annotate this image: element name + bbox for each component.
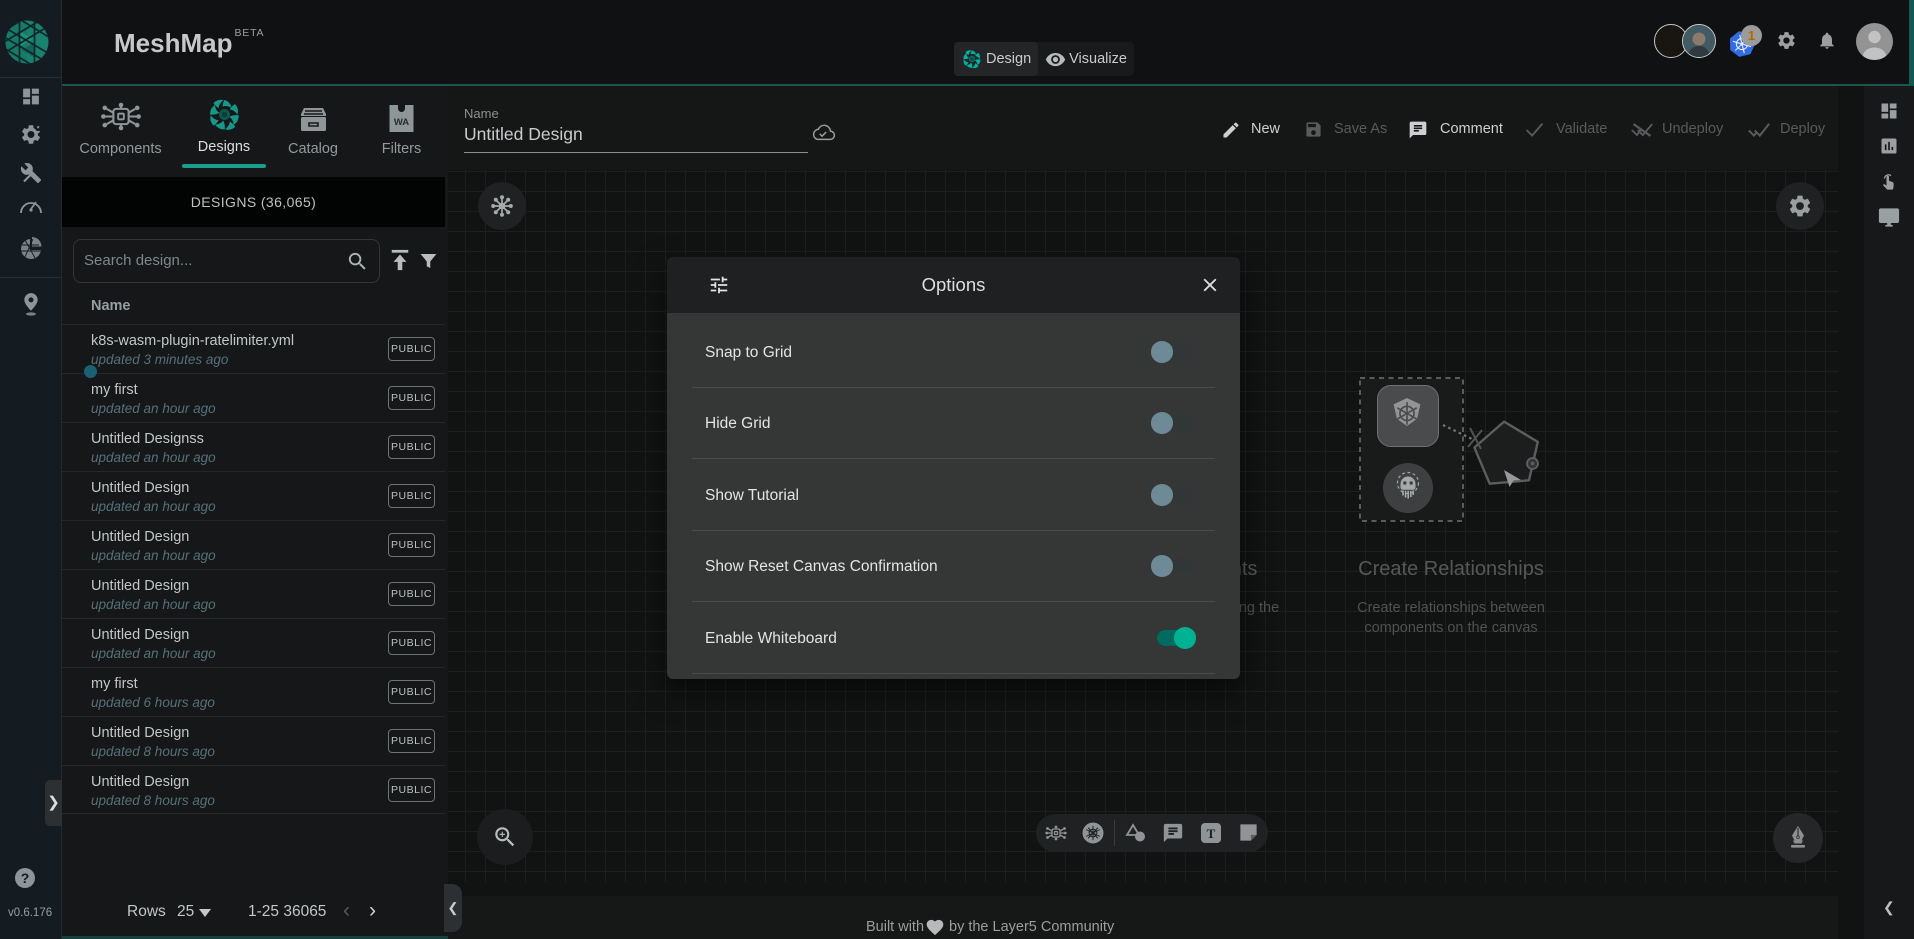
svg-text:WA: WA [394,117,409,128]
svg-text:T: T [1207,826,1216,841]
